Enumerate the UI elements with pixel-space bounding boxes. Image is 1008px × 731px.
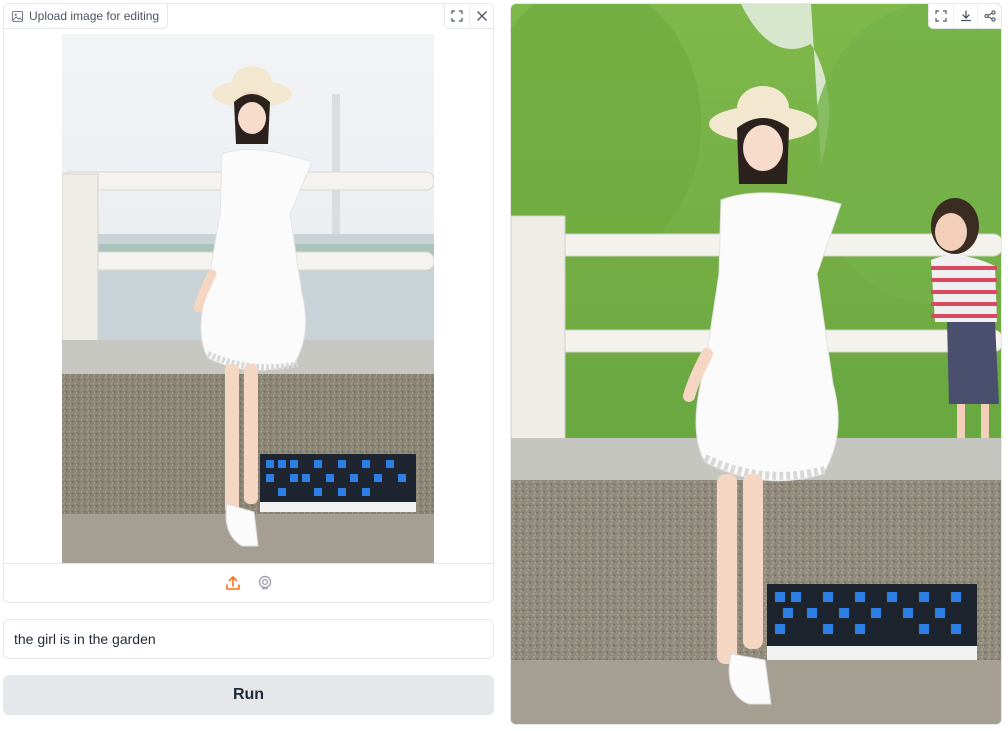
image-input-label: Upload image for editing	[4, 4, 169, 29]
download-icon[interactable]	[953, 4, 977, 28]
output-image	[511, 4, 1001, 724]
image-input-label-text: Upload image for editing	[29, 9, 160, 23]
output-image-toolbar	[928, 4, 1001, 29]
image-icon	[12, 10, 23, 22]
input-image-toolbar	[444, 4, 493, 29]
close-icon[interactable]	[469, 4, 493, 28]
webcam-icon[interactable]	[255, 573, 275, 593]
image-input-panel[interactable]: Upload image for editing	[3, 3, 494, 603]
fullscreen-icon[interactable]	[929, 4, 953, 28]
image-source-selector	[4, 563, 493, 602]
fullscreen-icon[interactable]	[445, 4, 469, 28]
run-button[interactable]: Run	[3, 675, 494, 715]
output-image-panel	[510, 3, 1002, 725]
prompt-textbox[interactable]	[3, 619, 494, 659]
prompt-input[interactable]	[4, 620, 493, 658]
share-icon[interactable]	[977, 4, 1001, 28]
input-image	[62, 34, 434, 563]
upload-icon[interactable]	[223, 573, 243, 593]
